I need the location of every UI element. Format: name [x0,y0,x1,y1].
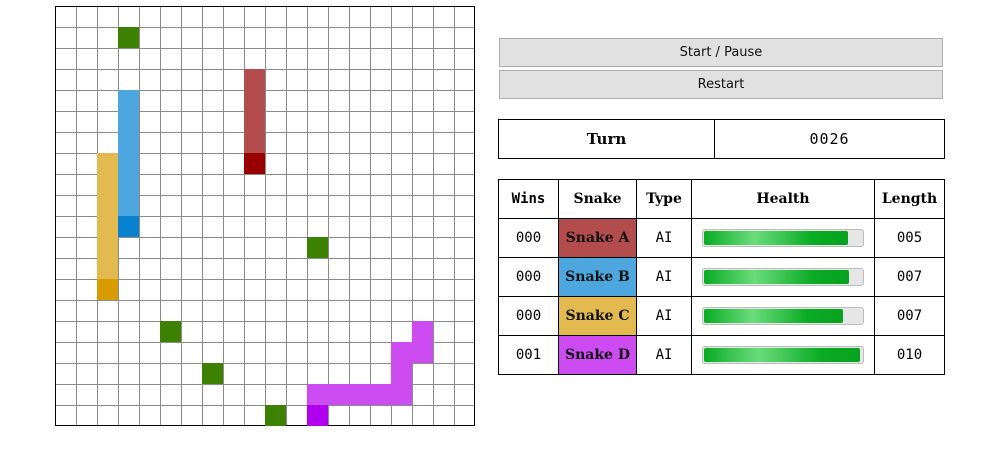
wins-cell: 000 [498,218,559,258]
snake-head-cell [244,153,265,174]
snake-head-cell [97,279,118,300]
snake-name-cell: Snake C [558,296,637,336]
turn-label: Turn [498,119,715,159]
type-cell: AI [636,257,692,297]
food-cell [202,363,223,384]
health-header: Health [691,179,875,219]
length-cell: 010 [874,335,945,375]
health-cell [691,335,875,375]
snake-name-cell: Snake D [558,335,637,375]
length-cell: 005 [874,218,945,258]
snake-body-cell [307,384,328,405]
type-cell: AI [636,296,692,336]
snake-body-cell [118,153,139,174]
food-cell [118,27,139,48]
wins-header: Wins [498,179,559,219]
wins-cell: 001 [498,335,559,375]
wins-cell: 000 [498,296,559,336]
snake-body-cell [118,195,139,216]
snake-body-cell [97,195,118,216]
health-bar-fill [704,270,850,284]
snake-head-cell [118,216,139,237]
food-cell [265,405,286,426]
health-bar [702,229,864,247]
snake-body-cell [370,384,391,405]
snake-head-cell [307,405,328,426]
table-row: 000 Snake A AI 005 [498,218,945,258]
health-bar [702,307,864,325]
table-header-row: Wins Snake Type Health Length [498,179,945,219]
health-bar-fill [704,309,843,323]
food-cell [307,237,328,258]
health-bar-fill [704,231,848,245]
snake-body-cell [118,90,139,111]
wins-cell: 000 [498,257,559,297]
snake-body-cell [118,132,139,153]
snake-body-cell [349,384,370,405]
snake-name-cell: Snake B [558,257,637,297]
snake-body-cell [97,258,118,279]
snake-body-cell [412,342,433,363]
health-bar [702,268,864,286]
health-cell [691,257,875,297]
type-cell: AI [636,218,692,258]
snake-header: Snake [558,179,637,219]
health-cell [691,218,875,258]
restart-button[interactable]: Restart [499,70,943,99]
snake-body-cell [391,342,412,363]
snake-body-cell [97,174,118,195]
health-bar [702,346,864,364]
snake-stats-table: Wins Snake Type Health Length 000 Snake … [498,179,945,375]
length-cell: 007 [874,257,945,297]
snake-body-cell [244,69,265,90]
length-cell: 007 [874,296,945,336]
snake-body-cell [244,111,265,132]
snake-body-cell [391,384,412,405]
snake-body-cell [97,153,118,174]
start-pause-button[interactable]: Start / Pause [499,38,943,67]
table-row: 000 Snake B AI 007 [498,257,945,297]
snake-body-cell [118,174,139,195]
snake-name-cell: Snake A [558,218,637,258]
turn-table: Turn 0026 [498,119,945,159]
snake-body-cell [97,216,118,237]
food-cell [160,321,181,342]
snake-body-cell [328,384,349,405]
table-row: 001 Snake D AI 010 [498,335,945,375]
snake-body-cell [391,363,412,384]
type-cell: AI [636,335,692,375]
snake-body-cell [412,321,433,342]
health-cell [691,296,875,336]
snake-body-cell [97,237,118,258]
snake-body-cell [244,132,265,153]
game-board [55,6,475,426]
snake-body-cell [118,111,139,132]
table-row: 000 Snake C AI 007 [498,296,945,336]
type-header: Type [636,179,692,219]
length-header: Length [874,179,945,219]
health-bar-fill [704,348,861,362]
turn-counter: 0026 [714,119,945,159]
snake-body-cell [244,90,265,111]
